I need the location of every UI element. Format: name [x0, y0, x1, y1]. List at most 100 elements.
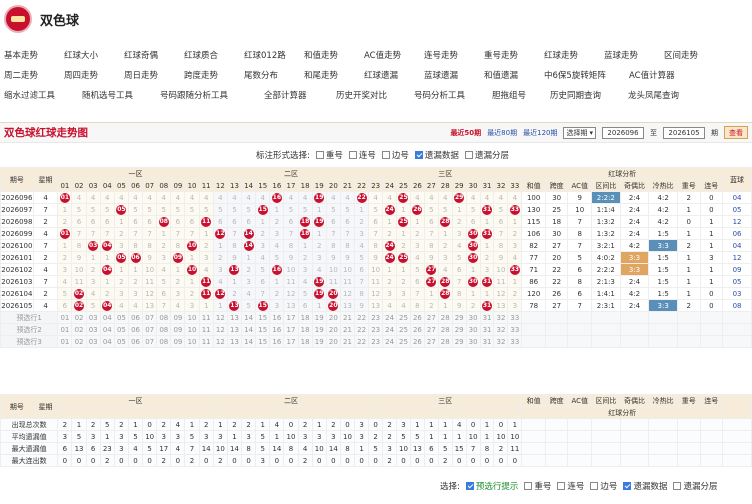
- footer-option-3[interactable]: 边号: [590, 480, 617, 492]
- preselect-ball[interactable]: 30: [465, 335, 481, 348]
- preselect-ball[interactable]: 22: [354, 335, 370, 348]
- nav-item-row3-1[interactable]: 随机选号工具: [82, 89, 160, 101]
- period-select[interactable]: 选择期 ▾: [563, 126, 596, 139]
- preselect-ball[interactable]: 07: [142, 335, 158, 348]
- preselect-ball[interactable]: 31: [479, 335, 495, 348]
- preselect-ball[interactable]: 08: [156, 323, 172, 336]
- nav-item-row1-7[interactable]: 连号走势: [424, 49, 484, 61]
- preselect-ball[interactable]: 28: [437, 323, 453, 336]
- preselect-ball[interactable]: 29: [451, 323, 467, 336]
- preselect-ball[interactable]: 27: [423, 311, 439, 324]
- nav-item-row1-6[interactable]: AC值走势: [364, 49, 424, 61]
- nav-item-row2-10[interactable]: AC值计算器: [629, 69, 709, 81]
- preselect-ball[interactable]: 06: [127, 311, 144, 324]
- recent-120-link[interactable]: 最近120期: [523, 128, 557, 138]
- preselect-ball[interactable]: 03: [85, 311, 101, 324]
- preselect-ball[interactable]: 07: [142, 311, 158, 324]
- preselect-ball[interactable]: 04: [99, 335, 115, 348]
- preselect-ball[interactable]: 03: [85, 323, 101, 336]
- preselect-ball[interactable]: 04: [99, 311, 115, 324]
- footer-option-2[interactable]: 连号: [557, 480, 584, 492]
- preselect-ball[interactable]: 15: [255, 335, 271, 348]
- preselect-ball[interactable]: 25: [396, 311, 411, 324]
- preselect-ball[interactable]: 01: [57, 323, 73, 336]
- preselect-ball[interactable]: 08: [156, 335, 172, 348]
- preselect-ball[interactable]: 10: [184, 323, 200, 336]
- preselect-ball[interactable]: 32: [493, 311, 509, 324]
- preselect-ball[interactable]: 12: [212, 335, 228, 348]
- preselect-ball[interactable]: 18: [297, 335, 313, 348]
- preselect-ball[interactable]: 27: [423, 335, 439, 348]
- nav-item-row2-6[interactable]: 红球遗漏: [364, 69, 424, 81]
- preselect-ball[interactable]: 21: [339, 323, 356, 336]
- preselect-ball[interactable]: 15: [255, 311, 271, 324]
- preselect-ball[interactable]: 02: [71, 335, 87, 348]
- nav-item-row3-2[interactable]: 号码跟随分析工具: [160, 89, 264, 101]
- option-2[interactable]: 边号: [381, 149, 409, 161]
- preselect-ball[interactable]: 13: [226, 335, 243, 348]
- preselect-ball[interactable]: 23: [368, 323, 384, 336]
- nav-item-row1-0[interactable]: 基本走势: [4, 49, 64, 61]
- view-button[interactable]: 查看: [724, 126, 748, 139]
- preselect-ball[interactable]: 20: [325, 335, 341, 348]
- nav-item-row2-7[interactable]: 蓝球遗漏: [424, 69, 484, 81]
- preselect-ball[interactable]: 30: [465, 311, 481, 324]
- preselect-ball[interactable]: 31: [479, 323, 495, 336]
- to-period-input[interactable]: 2026105: [663, 126, 705, 139]
- preselect-ball[interactable]: 10: [184, 335, 200, 348]
- footer-option-0[interactable]: 预选行提示: [465, 480, 518, 492]
- preselect-ball[interactable]: 12: [212, 311, 228, 324]
- preselect-ball[interactable]: 02: [71, 311, 87, 324]
- preselect-ball[interactable]: 19: [311, 311, 327, 324]
- preselect-ball[interactable]: 06: [127, 323, 144, 336]
- option-1[interactable]: 连号: [348, 149, 376, 161]
- preselect-ball[interactable]: 23: [368, 311, 384, 324]
- preselect-ball[interactable]: 32: [493, 323, 509, 336]
- preselect-ball[interactable]: 33: [507, 335, 523, 348]
- recent-50-link[interactable]: 最近50期: [450, 128, 481, 138]
- nav-item-row3-5[interactable]: 号码分析工具: [414, 89, 492, 101]
- nav-item-row2-4[interactable]: 尾数分布: [244, 69, 304, 81]
- preselect-ball[interactable]: 05: [113, 323, 129, 336]
- preselect-ball[interactable]: 26: [409, 335, 425, 348]
- nav-item-row1-8[interactable]: 重号走势: [484, 49, 544, 61]
- preselect-ball[interactable]: 09: [170, 335, 186, 348]
- nav-item-row1-4[interactable]: 红球012路: [244, 49, 304, 61]
- footer-option-5[interactable]: 遗漏分层: [673, 480, 717, 492]
- preselect-ball[interactable]: 06: [127, 335, 144, 348]
- nav-item-row3-0[interactable]: 缩水过滤工具: [4, 89, 82, 101]
- nav-item-row2-3[interactable]: 跨度走势: [184, 69, 244, 81]
- nav-item-row2-2[interactable]: 周日走势: [124, 69, 184, 81]
- preselect-ball[interactable]: 15: [255, 323, 271, 336]
- preselect-ball[interactable]: 24: [382, 311, 398, 324]
- nav-item-row3-3[interactable]: 全部计算器: [264, 89, 336, 101]
- preselect-ball[interactable]: 21: [339, 335, 356, 348]
- preselect-ball[interactable]: 01: [57, 311, 73, 324]
- preselect-ball[interactable]: 33: [507, 323, 523, 336]
- preselect-ball[interactable]: 13: [226, 323, 243, 336]
- preselect-ball[interactable]: 25: [396, 323, 411, 336]
- preselect-ball[interactable]: 10: [184, 311, 200, 324]
- preselect-ball[interactable]: 14: [241, 323, 257, 336]
- preselect-ball[interactable]: 18: [297, 311, 313, 324]
- preselect-ball[interactable]: 16: [269, 323, 285, 336]
- preselect-ball[interactable]: 31: [479, 311, 495, 324]
- preselect-ball[interactable]: 08: [156, 311, 172, 324]
- nav-item-row3-6[interactable]: 胆拖组号: [492, 89, 550, 101]
- preselect-ball[interactable]: 13: [226, 311, 243, 324]
- preselect-ball[interactable]: 27: [423, 323, 439, 336]
- preselect-ball[interactable]: 11: [198, 335, 214, 348]
- preselect-ball[interactable]: 17: [283, 323, 299, 336]
- option-3[interactable]: 遗漏数据: [414, 149, 459, 161]
- preselect-ball[interactable]: 20: [325, 311, 341, 324]
- nav-item-row3-7[interactable]: 历史同期查询: [550, 89, 628, 101]
- preselect-ball[interactable]: 07: [142, 323, 158, 336]
- preselect-ball[interactable]: 16: [269, 311, 285, 324]
- preselect-ball[interactable]: 18: [297, 323, 313, 336]
- preselect-ball[interactable]: 20: [325, 323, 341, 336]
- preselect-ball[interactable]: 04: [99, 323, 115, 336]
- preselect-ball[interactable]: 11: [198, 323, 214, 336]
- preselect-ball[interactable]: 17: [283, 335, 299, 348]
- recent-80-link[interactable]: 最近80期: [487, 128, 517, 138]
- preselect-ball[interactable]: 22: [354, 323, 370, 336]
